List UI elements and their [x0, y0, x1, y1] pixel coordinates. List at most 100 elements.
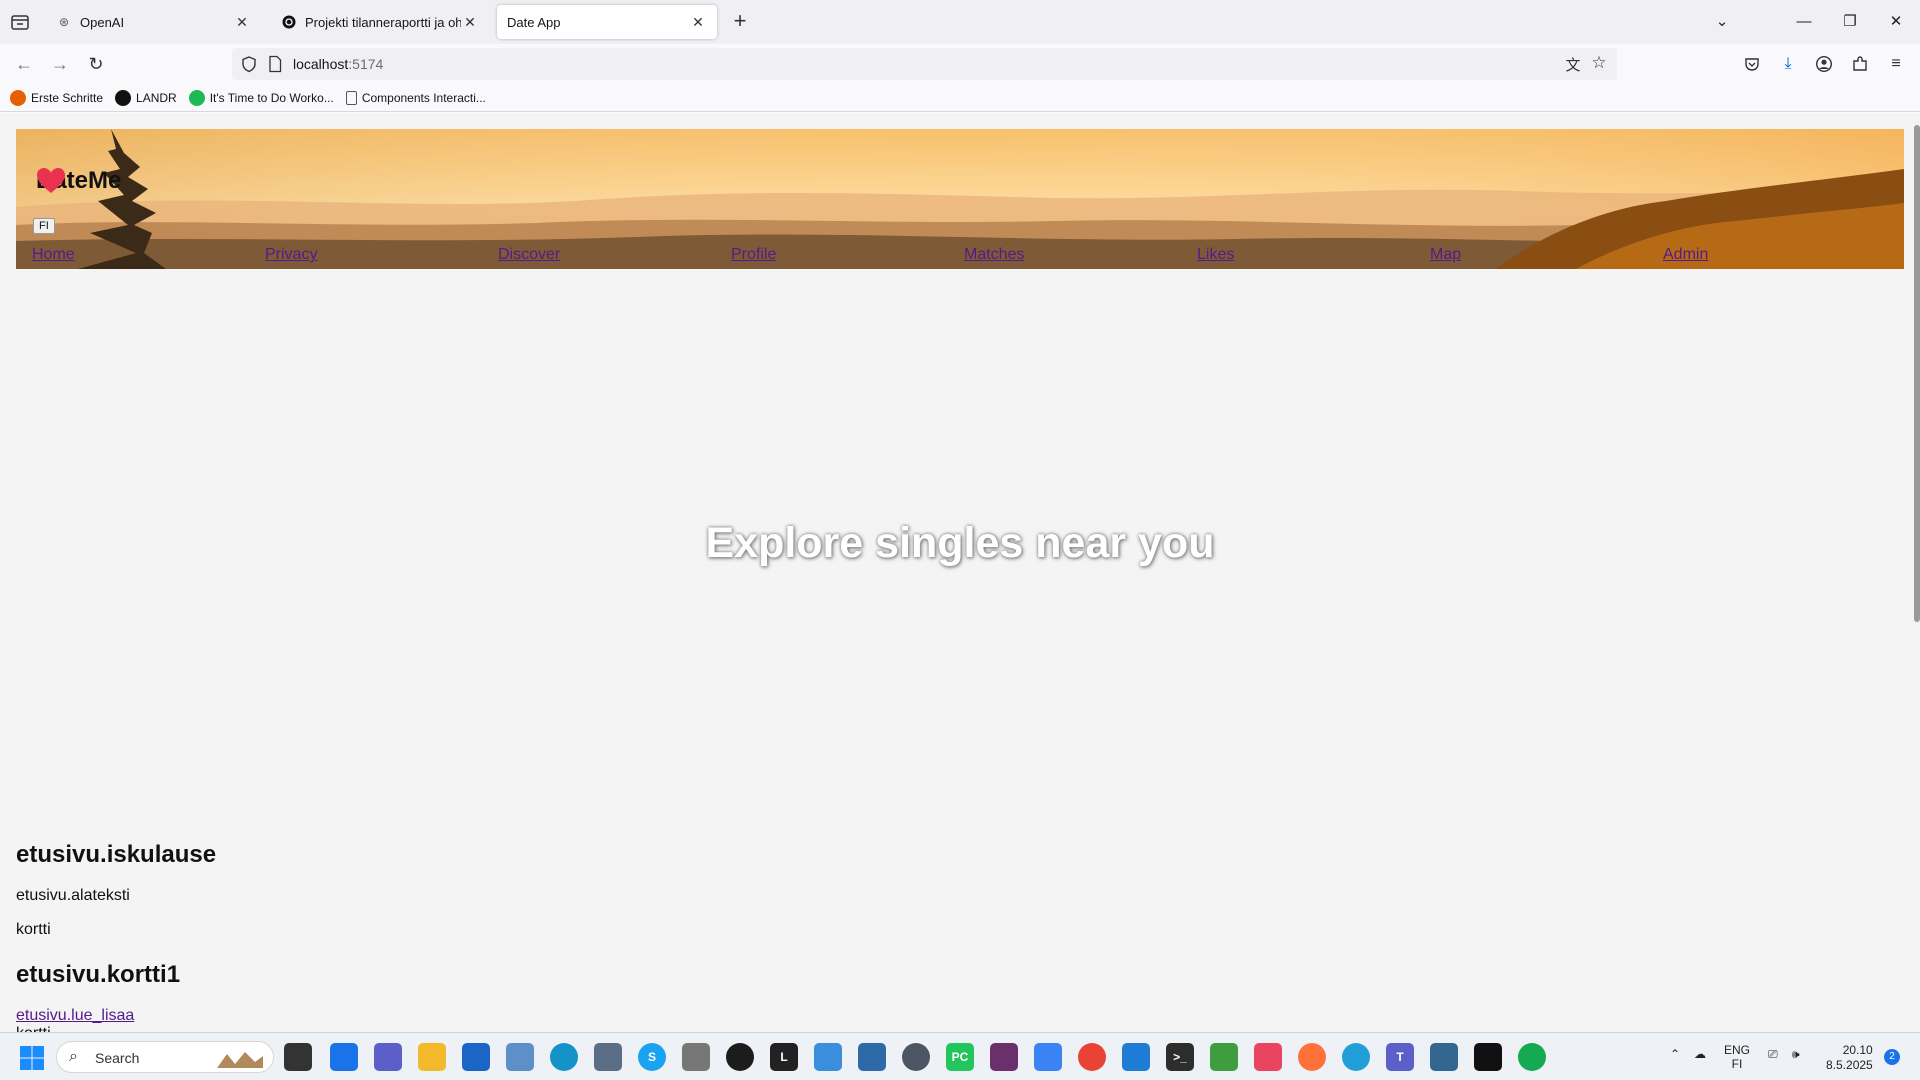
- node-icon[interactable]: [1210, 1043, 1238, 1071]
- tab-openai[interactable]: ⊛ OpenAI ✕: [46, 5, 261, 39]
- clock-date: 8.5.2025: [1826, 1058, 1873, 1072]
- chatgpt-icon: [281, 14, 297, 30]
- microphone-icon[interactable]: [682, 1043, 710, 1071]
- tab-projekti[interactable]: Projekti tilanneraportti ja ohjeet ✕: [271, 5, 489, 39]
- bookmark-star-icon[interactable]: ☆: [1589, 53, 1609, 73]
- heart-icon: [37, 168, 65, 193]
- terminal-icon[interactable]: >_: [1166, 1043, 1194, 1071]
- header-banner: DateMe FI Home Privacy Discover Profile …: [16, 129, 1904, 269]
- navigation-toolbar: ← → ↻ localhost:5174 文 ☆ ⤓ ≡: [0, 44, 1920, 84]
- mongodb-icon[interactable]: [1518, 1043, 1546, 1071]
- shield-icon[interactable]: [240, 55, 258, 73]
- tab-label: Date App: [507, 14, 561, 30]
- nav-link-home[interactable]: Home: [32, 246, 75, 264]
- menu-icon[interactable]: ≡: [1884, 52, 1908, 76]
- clock[interactable]: 20.10 8.5.2025: [1826, 1043, 1873, 1073]
- firefox-taskbar-icon[interactable]: [1298, 1043, 1326, 1071]
- nav-link-map[interactable]: Map: [1430, 246, 1461, 264]
- page-icon[interactable]: [268, 55, 282, 73]
- teams-icon[interactable]: T: [1386, 1043, 1414, 1071]
- bookmark-components[interactable]: Components Interacti...: [345, 90, 486, 105]
- onedrive-icon[interactable]: ☁: [1694, 1047, 1706, 1061]
- store-icon[interactable]: [462, 1043, 490, 1071]
- close-icon[interactable]: ✕: [233, 14, 251, 31]
- back-arrow-icon[interactable]: ←: [12, 52, 36, 76]
- close-window-button[interactable]: ✕: [1880, 8, 1912, 36]
- shopping-bag-icon[interactable]: [814, 1043, 842, 1071]
- bookmark-workout[interactable]: It's Time to Do Worko...: [188, 89, 334, 106]
- search-icon: ⌕: [69, 1048, 78, 1065]
- bookmark-label: LANDR: [136, 90, 177, 105]
- remote-desktop-icon[interactable]: [506, 1043, 534, 1071]
- tab-date-app[interactable]: Date App ✕: [497, 5, 717, 39]
- notification-badge[interactable]: 2: [1884, 1049, 1900, 1065]
- pycharm-icon[interactable]: PC: [946, 1043, 974, 1071]
- read-more-link[interactable]: etusivu.lue_lisaa: [16, 1007, 134, 1025]
- nav-link-admin[interactable]: Admin: [1663, 246, 1708, 264]
- card-label: kortti: [16, 921, 51, 938]
- show-hidden-icons-icon[interactable]: ⌃: [1670, 1047, 1680, 1061]
- live-icon[interactable]: L: [770, 1043, 798, 1071]
- forward-arrow-icon[interactable]: →: [48, 52, 72, 76]
- file-explorer-icon[interactable]: [418, 1043, 446, 1071]
- calculator-icon[interactable]: [594, 1043, 622, 1071]
- command-prompt-icon[interactable]: [1474, 1043, 1502, 1071]
- downloads-icon[interactable]: ⤓: [1776, 52, 1800, 76]
- teams-chat-icon[interactable]: [374, 1043, 402, 1071]
- page-scrollbar[interactable]: [1914, 125, 1920, 622]
- nav-link-profile[interactable]: Profile: [731, 246, 776, 264]
- network-icon[interactable]: ⎚: [1768, 1047, 1778, 1062]
- account-icon[interactable]: [1812, 52, 1836, 76]
- bookmark-label: Components Interacti...: [361, 90, 486, 105]
- close-icon[interactable]: ✕: [689, 14, 707, 31]
- reload-icon[interactable]: ↻: [84, 52, 108, 76]
- minimize-button[interactable]: —: [1788, 8, 1820, 36]
- nav-link-privacy[interactable]: Privacy: [265, 246, 317, 264]
- page-content: DateMe FI Home Privacy Discover Profile …: [0, 113, 1920, 1033]
- nav-link-discover[interactable]: Discover: [498, 246, 560, 264]
- chrome-icon[interactable]: [1078, 1043, 1106, 1071]
- bookmark-erste-schritte[interactable]: Erste Schritte: [10, 89, 103, 106]
- taskbar-search[interactable]: ⌕ Search: [56, 1041, 274, 1073]
- search-placeholder: Search: [95, 1050, 140, 1066]
- postgres-icon[interactable]: [1430, 1043, 1458, 1071]
- tab-list-icon[interactable]: [8, 10, 32, 34]
- url-host: localhost: [293, 56, 349, 72]
- task-view-icon[interactable]: [284, 1043, 312, 1071]
- pocket-icon[interactable]: [1740, 52, 1764, 76]
- bookmark-landr[interactable]: LANDR: [115, 89, 177, 106]
- bookmark-label: It's Time to Do Worko...: [209, 90, 334, 105]
- close-icon[interactable]: ✕: [461, 14, 479, 31]
- vscode-icon[interactable]: [1122, 1043, 1150, 1071]
- tab-label: OpenAI: [80, 14, 125, 30]
- app-purple-icon[interactable]: [990, 1043, 1018, 1071]
- language-toggle-button[interactable]: FI: [33, 218, 55, 234]
- whatsapp-icon[interactable]: [726, 1043, 754, 1071]
- brand-logo[interactable]: DateMe: [36, 167, 121, 195]
- widgets-icon[interactable]: [330, 1043, 358, 1071]
- search-highlight-icon: [217, 1052, 263, 1068]
- telegram-icon[interactable]: [1342, 1043, 1370, 1071]
- openai-app-icon[interactable]: [902, 1043, 930, 1071]
- new-tab-button[interactable]: +: [728, 10, 752, 34]
- list-all-tabs-icon[interactable]: ⌄: [1706, 8, 1738, 36]
- photos-icon[interactable]: [858, 1043, 886, 1071]
- headline: etusivu.iskulause: [16, 841, 217, 868]
- skype-icon[interactable]: S: [638, 1043, 666, 1071]
- extensions-icon[interactable]: [1848, 52, 1872, 76]
- python-icon[interactable]: [1034, 1043, 1062, 1071]
- nav-link-matches[interactable]: Matches: [964, 246, 1024, 264]
- edge-icon[interactable]: [550, 1043, 578, 1071]
- translate-icon[interactable]: 文: [1563, 54, 1583, 74]
- restore-button[interactable]: ❐: [1834, 8, 1866, 36]
- url-text[interactable]: localhost:5174: [293, 56, 383, 72]
- nav-link-likes[interactable]: Likes: [1197, 246, 1234, 264]
- volume-icon[interactable]: 🕪: [1792, 1047, 1800, 1062]
- address-bar[interactable]: localhost:5174 文 ☆: [232, 48, 1617, 80]
- git-icon[interactable]: [1254, 1043, 1282, 1071]
- windows-start-icon[interactable]: [19, 1045, 45, 1071]
- hero-title: Explore singles near you: [705, 519, 1215, 567]
- lang-bottom: FI: [1731, 1057, 1743, 1071]
- tab-label: Projekti tilanneraportti ja ohjeet: [305, 14, 461, 30]
- language-indicator[interactable]: ENG FI: [1724, 1043, 1750, 1071]
